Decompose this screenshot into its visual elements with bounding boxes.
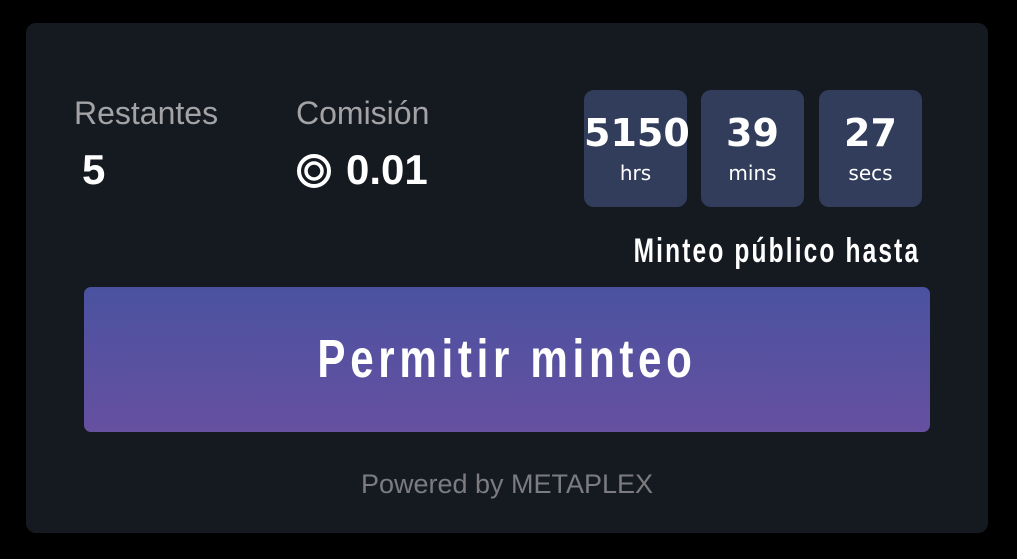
powered-by-footer: Powered by METAPLEX [360,469,654,499]
mint-button-label: Permitir minteo [317,329,697,389]
countdown-seconds-unit: secs [848,161,893,185]
countdown-minutes-value: 39 [726,111,779,155]
countdown-hours-unit: hrs [619,161,652,185]
coin-icon [296,153,332,189]
mint-card: Restantes 5 Comisión 0.01 5150 hrs 39 mi… [26,23,988,533]
fee-label: Comisión [296,95,430,131]
countdown-hours: 5150 hrs [584,90,690,207]
countdown-minutes: 39 mins [701,90,804,207]
countdown-seconds: 27 secs [819,90,922,207]
remaining-value: 5 [82,146,106,193]
fee-value-row: 0.01 [296,149,428,191]
countdown-seconds-value: 27 [844,111,897,155]
mint-button[interactable]: Permitir minteo [84,287,930,432]
countdown-minutes-unit: mins [728,161,777,185]
countdown-hours-value: 5150 [584,111,690,155]
fee-value: 0.01 [346,146,428,193]
countdown-caption: Minteo público hasta [633,232,921,270]
remaining-label: Restantes [74,95,219,131]
